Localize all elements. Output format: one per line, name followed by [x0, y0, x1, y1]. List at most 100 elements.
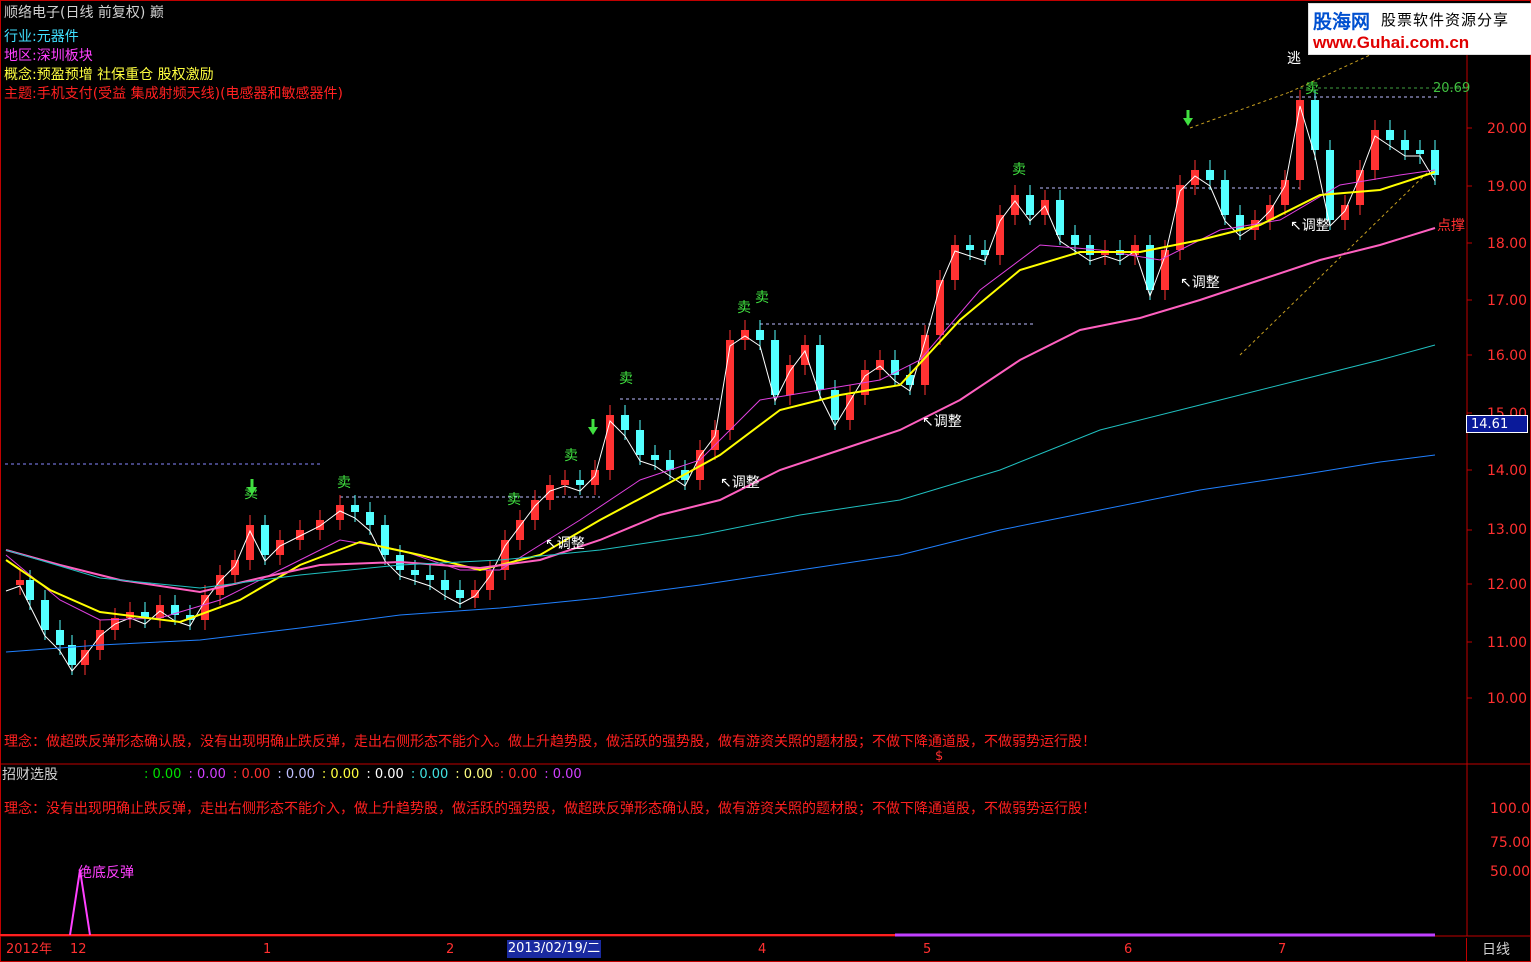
candle-body: [591, 470, 599, 485]
price-tick: 18.00: [1487, 236, 1528, 252]
candle-body: [831, 390, 839, 420]
candle-body: [26, 580, 34, 600]
ind-tick-50: 50.00: [1490, 864, 1531, 880]
candle-body: [576, 480, 584, 485]
theme-label: 主题:: [4, 86, 37, 102]
candle-body: [756, 330, 764, 340]
indicator-value: : 0.00: [144, 767, 182, 782]
candle-body: [56, 630, 64, 645]
ind-tick-75: 75.00: [1490, 835, 1531, 851]
industry-row: 行业:元器件: [4, 28, 79, 46]
candle-body: [471, 590, 479, 598]
down-arrow-stem: [250, 479, 254, 487]
candle-body: [726, 340, 734, 430]
sell-signal-label: 卖: [1012, 162, 1026, 178]
sell-signal-label: 卖: [337, 475, 351, 491]
ma20-line: [5, 171, 1436, 624]
candle-body: [381, 525, 389, 555]
time-label-4: 4: [758, 942, 767, 957]
region-label: 地区:: [4, 48, 37, 64]
candle-body: [846, 395, 854, 420]
candle-body: [786, 365, 794, 395]
candle-body: [316, 520, 324, 530]
theme-value: 手机支付(受益 集成射频天线)(电感器和敏感器件): [36, 86, 344, 102]
period-divider: [1466, 938, 1467, 962]
adjust-signal-label: ↖调整: [922, 414, 962, 430]
industry-value: 元器件: [36, 29, 79, 45]
candle-body: [426, 575, 434, 580]
main-philosophy-text: 理念：做超跌反弹形态确认股，没有出现明确止跌反弹，走出右侧形态不能介入。做上升趋…: [4, 734, 1096, 750]
ma10-line: [5, 169, 1436, 621]
down-arrow-stem: [591, 419, 595, 427]
resistance-lines: [5, 54, 1468, 498]
candle-body: [1176, 185, 1184, 250]
candle-body: [636, 430, 644, 455]
sell-signal-label: 卖: [507, 492, 521, 508]
candle-body: [441, 580, 449, 590]
logo-slogan: 股票软件资源分享: [1381, 11, 1510, 29]
price-tick: 16.00: [1487, 348, 1528, 364]
period-button[interactable]: 日线: [1482, 941, 1510, 959]
time-label-12: 12: [70, 942, 87, 957]
down-arrow-icon: [1183, 118, 1193, 126]
candle-body: [366, 512, 374, 525]
sell-signal-label: 卖: [619, 371, 633, 387]
price-tick: 12.00: [1487, 577, 1528, 593]
bottom-rebound-label: 绝底反弹: [78, 865, 134, 881]
industry-label: 行业:: [4, 29, 37, 45]
candle-body: [456, 590, 464, 598]
candle-body: [771, 340, 779, 395]
indicator-value: : 0.00: [544, 767, 582, 782]
candle-body: [1146, 245, 1154, 290]
sell-signal-label: 卖: [755, 290, 769, 306]
candle-body: [276, 540, 284, 555]
candle-body: [1326, 150, 1334, 220]
indicator-name[interactable]: 招财选股: [2, 766, 58, 784]
top-level-label: 20.69: [1433, 81, 1471, 96]
logo-name: 股海网: [1313, 11, 1371, 33]
selected-date[interactable]: 2013/02/19/二: [507, 940, 601, 958]
theme-row: 主题:手机支付(受益 集成射频天线)(电感器和敏感器件): [4, 85, 343, 103]
candle-body: [966, 245, 974, 250]
region-value: 深圳板块: [36, 48, 93, 64]
candle-body: [1401, 140, 1409, 150]
candle-body: [261, 525, 269, 555]
indicator-value: : 0.00: [321, 767, 360, 782]
down-arrow-icon: [588, 427, 598, 435]
candle-body: [1386, 130, 1394, 140]
concept-row: 概念:预盈预增 社保重仓 股权激励: [4, 66, 214, 84]
price-tick: 11.00: [1487, 635, 1528, 651]
logo-url: www.Guhai.com.cn: [1313, 33, 1470, 52]
down-arrow-stem: [1186, 110, 1190, 118]
current-price-tag: 14.61: [1466, 415, 1528, 433]
guhai-logo[interactable]: 股海网 股票软件资源分享 www.Guhai.com.cn: [1308, 3, 1531, 55]
candle-body: [351, 505, 359, 512]
price-tick: 17.00: [1487, 293, 1528, 309]
ma60-line: [5, 227, 1436, 594]
sell-signal-label: 卖: [737, 300, 751, 316]
adjust-signal-label: ↖调整: [1290, 218, 1330, 234]
candle-body: [561, 480, 569, 485]
adjust-signal-label: ↖调整: [1180, 275, 1220, 291]
indicator-value: : 0.00: [455, 767, 493, 782]
candle-body: [1416, 150, 1424, 154]
time-label-7: 7: [1278, 942, 1287, 957]
price-tick: 14.00: [1487, 463, 1528, 479]
time-label-2012: 2012年: [6, 942, 53, 957]
candle-body: [411, 570, 419, 575]
moving-average-lines: [5, 105, 1436, 672]
concept-value: 预盈预增 社保重仓 股权激励: [36, 67, 214, 83]
time-label-5: 5: [923, 942, 932, 957]
indicator-values: : 0.00 : 0.00 : 0.00 : 0.00 : 0.00 : 0.00 : 0.…: [144, 767, 589, 783]
time-label-6: 6: [1124, 942, 1133, 957]
time-label-2: 2: [446, 942, 455, 957]
indicator-value: : 0.00: [410, 767, 449, 782]
indicator-value: : 0.00: [188, 767, 226, 782]
candle-body: [1071, 235, 1079, 245]
price-axis-ticks: [1467, 127, 1472, 699]
signal-markers: 卖卖卖卖卖卖卖卖卖↖调整↖调整↖调整↖调整↖调整: [244, 81, 1330, 552]
indicator-value: : 0.00: [499, 767, 538, 782]
concept-label: 概念:: [4, 67, 37, 83]
candle-body: [741, 330, 749, 340]
sell-signal-label: 卖: [1305, 81, 1319, 97]
